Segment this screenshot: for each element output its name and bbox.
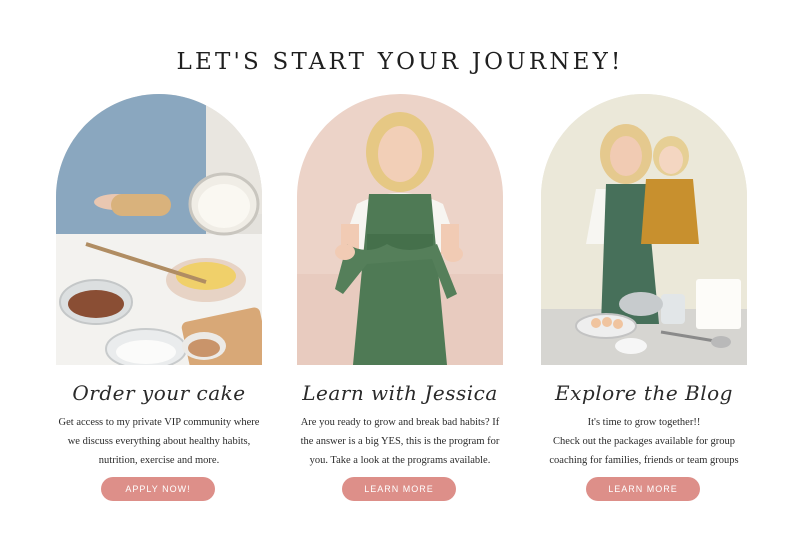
woman-apron-photo	[297, 94, 503, 365]
learn-more-button[interactable]: LEARN MORE	[342, 477, 456, 501]
card-description: Are you ready to grow and break bad habi…	[280, 413, 520, 470]
section-heading: LET'S START YOUR JOURNEY!	[176, 49, 624, 76]
description-line: Check out the packages available for gro…	[553, 436, 735, 447]
journey-section: LET'S START YOUR JOURNEY! Order your cak…	[0, 0, 800, 540]
learn-more-button[interactable]: LEARN MORE	[586, 477, 700, 501]
card-explore-blog: Explore the Blog	[541, 94, 747, 411]
description-line: It's time to grow together!!	[587, 417, 701, 428]
description-line: we discuss everything about healthy habi…	[67, 436, 251, 447]
description-line: Are you ready to grow and break bad habi…	[300, 417, 500, 428]
card-description: It's time to grow together!! Check out t…	[524, 413, 764, 470]
description-line: nutrition, exercise and more.	[98, 455, 220, 466]
mother-child-photo	[541, 94, 747, 365]
card-title: Learn with Jessica	[302, 381, 498, 405]
description-line: the answer is a big YES, this is the pro…	[300, 436, 500, 447]
description-line: you. Take a look at the programs availab…	[309, 455, 491, 466]
card-description: Get access to my private VIP community w…	[39, 413, 279, 470]
card-order-cake: Order your cake	[56, 94, 262, 411]
description-line: Get access to my private VIP community w…	[58, 417, 260, 428]
card-learn-jessica: Learn with Jessica	[297, 94, 503, 411]
baking-photo	[56, 94, 262, 365]
card-title: Explore the Blog	[555, 381, 733, 405]
apply-now-button[interactable]: APPLY NOW!	[101, 477, 215, 501]
description-line: coaching for families, friends or team g…	[549, 455, 739, 466]
card-title: Order your cake	[72, 381, 246, 405]
